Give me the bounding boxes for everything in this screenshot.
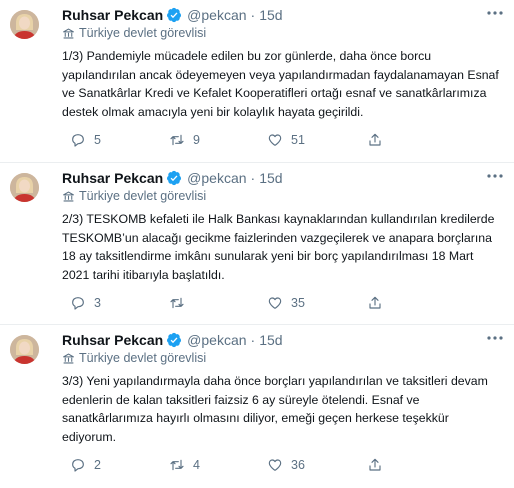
timestamp[interactable]: 15d bbox=[259, 7, 282, 23]
share-icon bbox=[369, 133, 381, 146]
verified-badge-icon bbox=[167, 7, 182, 23]
tweet-text: 2/3) TESKOMB kefaleti ile Halk Bankası k… bbox=[62, 212, 495, 282]
tweet-text: 3/3) Yeni yapılandırmayla daha önce borç… bbox=[62, 374, 488, 444]
separator-dot: · bbox=[250, 332, 256, 348]
retweet-count: 4 bbox=[193, 458, 200, 472]
more-options-icon bbox=[487, 336, 503, 340]
reply-button[interactable]: 5 bbox=[70, 130, 101, 150]
reply-count: 5 bbox=[94, 133, 101, 147]
reply-icon bbox=[72, 297, 84, 310]
timestamp[interactable]: 15d bbox=[259, 332, 282, 348]
tweet[interactable]: Ruhsar Pekcan @pekcan · 15d Türkiye devl… bbox=[0, 325, 514, 488]
avatar[interactable] bbox=[10, 173, 39, 202]
share-icon bbox=[369, 458, 381, 471]
retweet-button[interactable] bbox=[169, 293, 193, 313]
government-label-icon bbox=[63, 28, 74, 39]
verified-badge-icon bbox=[167, 170, 182, 186]
tweet[interactable]: Ruhsar Pekcan @pekcan · 15d Türkiye devl… bbox=[0, 0, 514, 163]
separator-dot: · bbox=[250, 7, 256, 23]
share-button[interactable] bbox=[367, 293, 383, 313]
author-name[interactable]: Ruhsar Pekcan bbox=[62, 332, 163, 348]
reply-button[interactable]: 2 bbox=[70, 455, 101, 475]
tweet-actions: 2 4 36 bbox=[70, 455, 490, 475]
like-button[interactable]: 51 bbox=[267, 130, 305, 150]
more-options-icon bbox=[487, 11, 503, 15]
retweet-button[interactable]: 9 bbox=[169, 130, 200, 150]
retweet-button[interactable]: 4 bbox=[169, 455, 200, 475]
more-options-button[interactable] bbox=[484, 4, 506, 22]
government-label-text: Türkiye devlet görevlisi bbox=[79, 351, 207, 365]
share-button[interactable] bbox=[367, 130, 383, 150]
reply-count: 2 bbox=[94, 458, 101, 472]
government-label[interactable]: Türkiye devlet görevlisi bbox=[62, 350, 206, 366]
tweet-text: 1/3) Pandemiyle mücadele edilen bu zor g… bbox=[62, 49, 499, 119]
author-handle[interactable]: @pekcan bbox=[187, 170, 246, 186]
author-name[interactable]: Ruhsar Pekcan bbox=[62, 170, 163, 186]
verified-badge-icon bbox=[167, 332, 182, 348]
like-icon bbox=[268, 297, 282, 309]
more-options-icon bbox=[487, 174, 503, 178]
government-label-text: Türkiye devlet görevlisi bbox=[79, 26, 207, 40]
tweet-thread: Ruhsar Pekcan @pekcan · 15d Türkiye devl… bbox=[0, 0, 514, 488]
government-label[interactable]: Türkiye devlet görevlisi bbox=[62, 25, 206, 41]
like-button[interactable]: 35 bbox=[267, 293, 305, 313]
author-handle[interactable]: @pekcan bbox=[187, 7, 246, 23]
retweet-icon bbox=[170, 459, 184, 471]
avatar[interactable] bbox=[10, 10, 39, 39]
share-button[interactable] bbox=[367, 455, 383, 475]
reply-icon bbox=[72, 134, 84, 147]
like-count: 51 bbox=[291, 133, 305, 147]
share-icon bbox=[369, 296, 381, 309]
like-count: 35 bbox=[291, 296, 305, 310]
government-label-icon bbox=[63, 191, 74, 202]
tweet[interactable]: Ruhsar Pekcan @pekcan · 15d Türkiye devl… bbox=[0, 163, 514, 325]
author-name[interactable]: Ruhsar Pekcan bbox=[62, 7, 163, 23]
tweet-actions: 5 9 51 bbox=[70, 130, 490, 150]
like-icon bbox=[268, 459, 282, 471]
reply-button[interactable]: 3 bbox=[70, 293, 101, 313]
more-options-button[interactable] bbox=[484, 329, 506, 347]
government-label-icon bbox=[63, 353, 74, 364]
tweet-actions: 3 35 bbox=[70, 293, 490, 313]
retweet-count: 9 bbox=[193, 133, 200, 147]
reply-icon bbox=[72, 459, 84, 472]
government-label-text: Türkiye devlet görevlisi bbox=[79, 189, 207, 203]
like-count: 36 bbox=[291, 458, 305, 472]
like-button[interactable]: 36 bbox=[267, 455, 305, 475]
author-handle[interactable]: @pekcan bbox=[187, 332, 246, 348]
government-label[interactable]: Türkiye devlet görevlisi bbox=[62, 188, 206, 204]
separator-dot: · bbox=[250, 170, 256, 186]
retweet-icon bbox=[170, 297, 184, 309]
more-options-button[interactable] bbox=[484, 167, 506, 185]
like-icon bbox=[268, 134, 282, 146]
timestamp[interactable]: 15d bbox=[259, 170, 282, 186]
avatar[interactable] bbox=[10, 335, 39, 364]
retweet-icon bbox=[170, 134, 184, 146]
reply-count: 3 bbox=[94, 296, 101, 310]
